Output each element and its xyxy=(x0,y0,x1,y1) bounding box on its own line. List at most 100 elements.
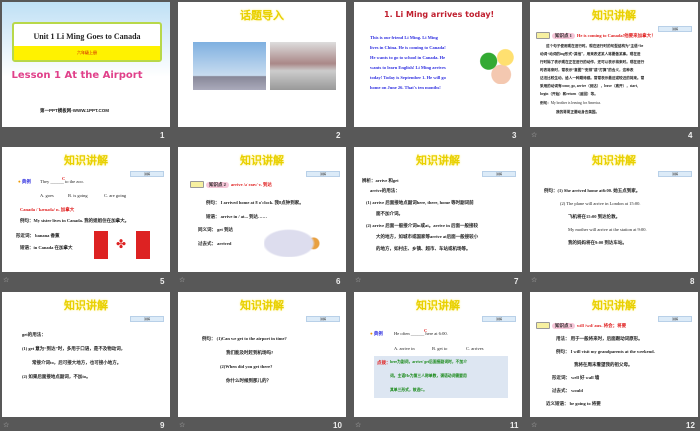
tag-label: 讲解 xyxy=(482,171,516,177)
text-line: 你什么时候到那儿的？ xyxy=(226,378,271,383)
transition-star-icon[interactable]: ☆ xyxy=(179,276,185,284)
slide-thumbnail-11[interactable]: 知识讲解 讲解 ● 典例 He often ______ here at 6:0… xyxy=(354,292,522,417)
footer-text: 第一PPT模板网-WWW.1PPT.COM xyxy=(40,108,109,113)
text-line: 行时除了表示现在正在进行的动作，还可以表示将来时。现在进行 xyxy=(540,60,645,64)
kp-text: He is coming to Canada!他要来加拿大！ xyxy=(576,32,656,38)
text-line: 面不加介词。 xyxy=(376,211,403,216)
text-line: today! Today is September 1. He will go xyxy=(370,75,446,80)
grade-bar: 六年级上册 xyxy=(14,46,160,60)
transition-star-icon[interactable]: ☆ xyxy=(355,276,361,284)
text-line: 例句：(1) She arrived home at6:00. 她五点到家。 xyxy=(544,188,641,193)
text-line: 达法比较生动，给人一种期待感。常常表示最近或较近的将来。常 xyxy=(540,76,645,80)
text-line: begin（开始）和return（返回）等。 xyxy=(540,92,598,96)
tip-line: here为副词，arrive/ get后面接副词时，不加介 xyxy=(390,360,468,364)
slide-thumbnail-4[interactable]: 知识讲解 讲解 知识点 1 He is coming to Canada!他要来加… xyxy=(530,2,698,127)
slide-title: 知识讲解 xyxy=(240,154,284,167)
text-line: 我将在周末看望我的祖父母。 xyxy=(574,362,633,367)
slide-thumbnail-7[interactable]: 知识讲解 讲解 辨析：arrive 和get arrive的用法： (1) ar… xyxy=(354,147,522,272)
slide-title: 知识讲解 xyxy=(416,154,460,167)
kp-label: 知识点 3 xyxy=(552,322,575,329)
transition-star-icon[interactable]: ☆ xyxy=(3,276,9,284)
slide-number: 9 xyxy=(160,421,165,430)
tag-label: 讲解 xyxy=(658,26,692,32)
text-line: lives in China. He is coming to Canada! xyxy=(370,45,446,50)
example-translation: 我的哥哥正要动身去美国。 xyxy=(556,110,600,114)
knowledge-point: 知识点 2 arrive /əˈraɪv/ v. 到达 xyxy=(190,181,272,188)
kp-label: 知识点 2 xyxy=(206,181,229,188)
slide-number: 3 xyxy=(512,131,517,140)
slide-title: 知识讲解 xyxy=(592,154,636,167)
slide-thumbnail-8[interactable]: 知识讲解 讲解 例句：(1) She arrived home at6:00. … xyxy=(530,147,698,272)
slide-thumbnail-9[interactable]: 知识讲解 讲解 get的用法： (1) get 意为“到达”时，多用于口语，是不… xyxy=(2,292,170,417)
kp-text: will /wɪl/ aux. 将会；将要 xyxy=(576,322,627,328)
slide-title: 知识讲解 xyxy=(592,299,636,312)
text-line: 大的地方，如城市或国家等arrive at后面一般接较小 xyxy=(376,234,479,239)
dianli-label: 典例 xyxy=(21,179,31,184)
text-line: My mother will arrive at the station at … xyxy=(568,227,647,232)
airplane-photo xyxy=(193,42,266,90)
tip-line: 词。主语He为第三人称单数，谓语动词需要用 xyxy=(390,374,467,378)
slide-title: 1. Li Ming arrives today! xyxy=(384,10,495,19)
kp-label: 知识点 1 xyxy=(552,32,575,39)
transition-star-icon[interactable]: ☆ xyxy=(531,131,537,139)
transition-star-icon[interactable]: ☆ xyxy=(3,421,9,429)
book-icon xyxy=(190,181,204,188)
tag-label: 讲解 xyxy=(658,171,692,177)
slide-thumbnail-2[interactable]: 话题导入 xyxy=(178,2,346,127)
answer-text: C xyxy=(62,176,66,181)
slide-number: 7 xyxy=(514,277,519,286)
transition-star-icon[interactable]: ☆ xyxy=(179,421,185,429)
tag-label: 讲解 xyxy=(130,171,164,177)
slide-number: 12 xyxy=(686,421,695,430)
answer-text: C xyxy=(424,328,428,333)
example-label: 例句： xyxy=(540,101,551,105)
text-line: 过去式： would xyxy=(552,388,583,393)
tip-box: 点拨： here为副词，arrive/ get后面接副词时，不加介 词。主语He… xyxy=(374,356,508,398)
airport-terminal-photo xyxy=(270,42,336,90)
text-line: get的用法： xyxy=(22,332,46,337)
slide-thumbnail-12[interactable]: 知识讲解 讲解 知识点 3 will /wɪl/ aux. 将会；将要 用法： 用… xyxy=(530,292,698,417)
transition-star-icon[interactable]: ☆ xyxy=(355,421,361,429)
option: C. arrives xyxy=(466,346,484,351)
knowledge-point: 知识点 1 He is coming to Canada!他要来加拿大！ xyxy=(536,32,656,39)
slide-thumbnail-6[interactable]: 知识讲解 讲解 知识点 2 arrive /əˈraɪv/ v. 到达 例句： I… xyxy=(178,147,346,272)
lesson-title: Lesson 1 At the Airport xyxy=(11,70,143,81)
text-line: (2)When did you get there? xyxy=(220,364,273,369)
text-line: 例句： I will visit my grandparents at the … xyxy=(556,349,655,354)
vocab-word: Canada /ˈkænədə/ n. 加拿大 xyxy=(20,207,75,212)
slide-number: 4 xyxy=(688,131,693,140)
canada-flag: ✤ xyxy=(94,231,150,259)
transition-star-icon[interactable]: ☆ xyxy=(531,276,537,284)
slide-title: 知识讲解 xyxy=(240,299,284,312)
text-line: 时表将来时，常表示“意图”“安排”或“打算”的含义，这种表 xyxy=(540,68,634,72)
slide-title: 知识讲解 xyxy=(64,299,108,312)
text-line: arrive的用法： xyxy=(370,188,400,193)
tag-label: 讲解 xyxy=(658,316,692,322)
text-line: 形近词： well 好 wall 墙 xyxy=(552,375,600,380)
slide-number: 11 xyxy=(510,421,519,430)
text-line: 例句： (1)Can we get to the airport in time… xyxy=(202,336,287,341)
slide-thumbnail-1[interactable]: Unit 1 Li Ming Goes to Canada 六年级上册 Less… xyxy=(2,2,170,127)
slide-title: 知识讲解 xyxy=(64,154,108,167)
slide-number: 1 xyxy=(160,131,165,140)
text-line: (2) The plane will arrive in London at 1… xyxy=(560,201,641,206)
transition-star-icon[interactable]: ☆ xyxy=(531,421,537,429)
medal-icon: ● xyxy=(370,331,373,336)
text-line: 同义词： get 到达 xyxy=(198,227,233,232)
slide-thumbnail-5[interactable]: 知识讲解 讲解 ● 典例 They ______ to the zoo. C A… xyxy=(2,147,170,272)
text-line: 常接介词to，后可接大地方，也可接小地方。 xyxy=(32,360,122,365)
option: B. is going xyxy=(68,193,88,198)
option: A. goes xyxy=(40,193,54,198)
slide-thumbnail-3[interactable]: 1. Li Ming arrives today! This is our fr… xyxy=(354,2,522,127)
text-line: (1) get 意为“到达”时，多用于口语，是不及物动词， xyxy=(22,346,126,351)
airport-illustration xyxy=(264,223,326,257)
slide-thumbnail-10[interactable]: 知识讲解 讲解 例句： (1)Can we get to the airport… xyxy=(178,292,346,417)
dianli-label: 典例 xyxy=(373,331,383,336)
medal-icon: ● xyxy=(18,179,21,184)
slide-number: 2 xyxy=(336,131,341,140)
book-icon xyxy=(536,32,550,39)
tag-label: 讲解 xyxy=(306,316,340,322)
tag-label: 讲解 xyxy=(130,316,164,322)
slide-title: 知识讲解 xyxy=(416,299,460,312)
text-line: 动词+动词的ing形式+其他”，用来表述某人将要做某事。现在进 xyxy=(540,52,641,56)
